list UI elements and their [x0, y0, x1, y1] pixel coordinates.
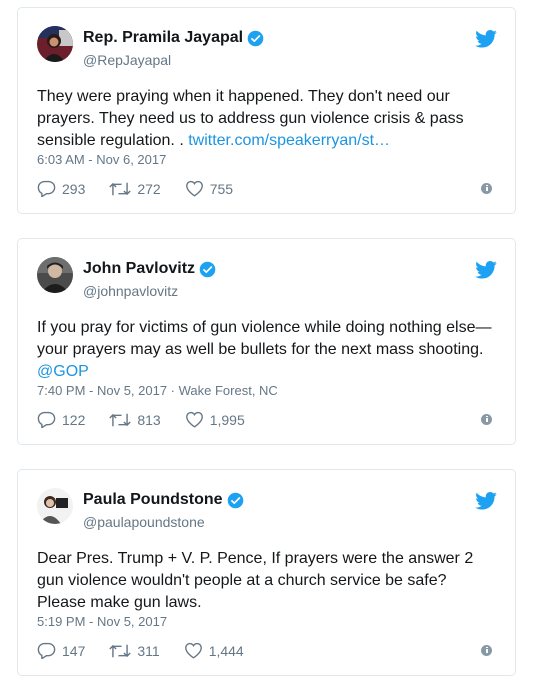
tweet-text: Dear Pres. Trump + V. P. Pence, If praye… [37, 548, 497, 614]
retweet-button[interactable]: 272 [109, 180, 161, 197]
verified-badge-icon [227, 492, 243, 508]
tweet-timestamp[interactable]: 5:19 PM - Nov 5, 2017 [37, 614, 167, 629]
tweet-mention[interactable]: @GOP [37, 363, 89, 380]
like-count: 755 [209, 180, 234, 197]
avatar[interactable] [37, 257, 73, 293]
reply-count: 122 [62, 411, 86, 428]
reply-icon [37, 642, 56, 659]
retweet-count: 272 [137, 180, 161, 197]
like-button[interactable]: 1,444 [184, 642, 244, 659]
retweet-count: 311 [137, 642, 160, 659]
author-handle[interactable]: @paulapoundstone [83, 514, 205, 530]
retweet-icon [109, 644, 132, 657]
verified-badge-icon [247, 30, 264, 46]
retweet-button[interactable]: 311 [109, 642, 160, 659]
twitter-bird-icon[interactable] [475, 492, 497, 510]
reply-icon [37, 411, 56, 428]
reply-button[interactable]: 293 [37, 180, 85, 197]
tweet-text: They were praying when it happened. They… [37, 86, 497, 152]
retweet-icon [109, 182, 132, 195]
info-icon[interactable] [481, 183, 492, 194]
avatar[interactable] [37, 26, 73, 62]
reply-count: 147 [62, 642, 86, 659]
author-handle[interactable]: @RepJayapal [83, 52, 171, 68]
like-count: 1,444 [208, 642, 244, 659]
tweet-timestamp[interactable]: 7:40 PM - Nov 5, 2017 · Wake Forest, NC [37, 383, 278, 398]
tweet-actions: 147 311 1,444 [37, 642, 268, 659]
avatar[interactable] [37, 488, 73, 524]
like-icon [185, 180, 203, 197]
tweet-link[interactable]: twitter.com/speakerryan/st… [188, 132, 390, 149]
tweet-actions: 122 813 1,995 [37, 411, 269, 428]
retweet-icon [109, 413, 132, 426]
tweet-body: If you pray for victims of gun violence … [37, 319, 492, 358]
tweet-text: If you pray for victims of gun violence … [37, 317, 497, 383]
reply-button[interactable]: 147 [37, 642, 85, 659]
info-icon[interactable] [481, 645, 492, 656]
tweet-timestamp[interactable]: 6:03 AM - Nov 6, 2017 [37, 152, 166, 167]
reply-icon [37, 180, 56, 197]
like-button[interactable]: 755 [185, 180, 233, 197]
tweet-card[interactable]: Paula Poundstone @paulapoundstone Dear P… [17, 469, 516, 676]
retweet-count: 813 [137, 411, 161, 428]
verified-badge-icon [199, 261, 216, 277]
tweet-card[interactable]: John Pavlovitz @johnpavlovitz If you pra… [17, 238, 516, 445]
author-name[interactable]: Rep. Pramila Jayapal [83, 29, 243, 47]
author-handle[interactable]: @johnpavlovitz [83, 283, 178, 299]
tweet-body: Dear Pres. Trump + V. P. Pence, If praye… [37, 550, 474, 611]
tweet-actions: 293 272 755 [37, 180, 257, 197]
like-icon [185, 411, 203, 428]
like-button[interactable]: 1,995 [185, 411, 245, 428]
reply-button[interactable]: 122 [37, 411, 85, 428]
info-icon[interactable] [481, 414, 492, 425]
author-name[interactable]: John Pavlovitz [83, 260, 195, 278]
like-count: 1,995 [209, 411, 245, 428]
twitter-bird-icon[interactable] [475, 261, 497, 279]
reply-count: 293 [62, 180, 86, 197]
like-icon [184, 642, 202, 659]
tweet-card[interactable]: Rep. Pramila Jayapal @RepJayapal They we… [17, 7, 516, 214]
retweet-button[interactable]: 813 [109, 411, 161, 428]
author-name[interactable]: Paula Poundstone [83, 491, 223, 509]
twitter-bird-icon[interactable] [475, 30, 497, 48]
